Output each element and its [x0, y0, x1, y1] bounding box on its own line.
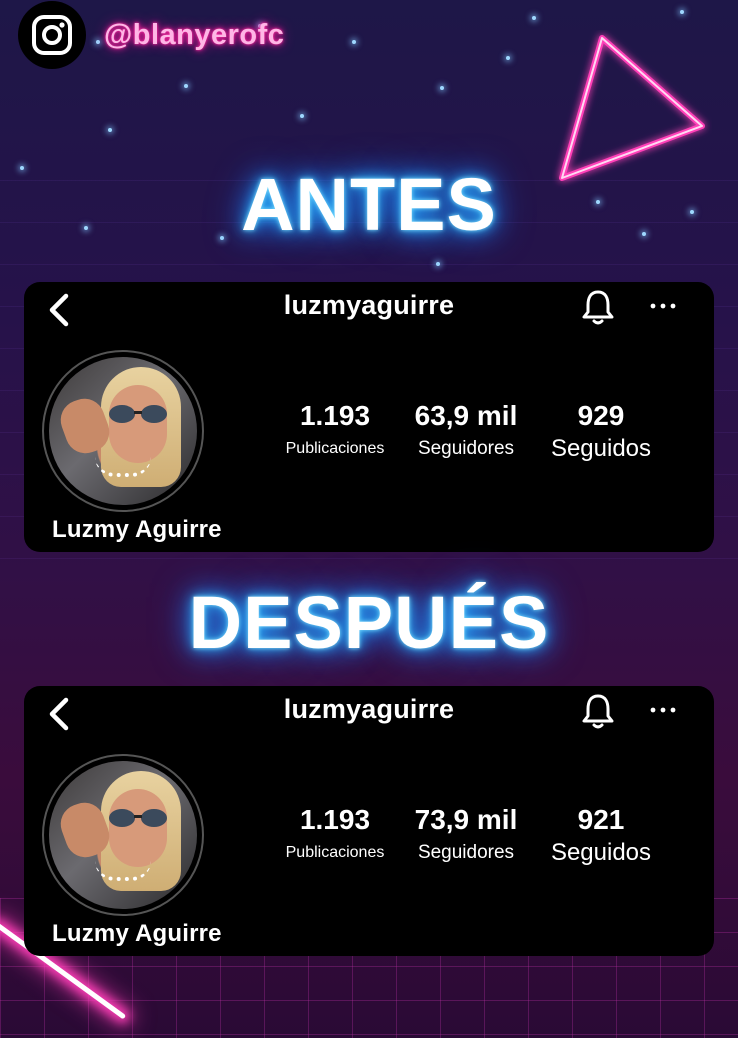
followers-count: 73,9 mil — [414, 804, 518, 835]
avatar[interactable] — [42, 350, 204, 512]
instagram-handle[interactable]: @blanyerofc — [104, 19, 284, 52]
posts-label: Publicaciones — [285, 844, 385, 861]
followers-label: Seguidores — [417, 438, 515, 459]
avatar[interactable] — [42, 754, 204, 916]
following-stat[interactable]: 921 Seguidos — [536, 804, 666, 866]
followers-stat[interactable]: 63,9 mil Seguidores — [404, 400, 528, 462]
profile-stats: 1.193 Publicaciones 73,9 mil Seguidores … — [270, 804, 670, 874]
following-label: Seguidos — [550, 839, 652, 866]
more-horizontal-icon[interactable] — [646, 690, 680, 730]
profile-display-name: Luzmy Aguirre — [52, 920, 222, 947]
following-count: 929 — [577, 400, 625, 431]
followers-label: Seguidores — [417, 842, 515, 863]
profile-stats: 1.193 Publicaciones 63,9 mil Seguidores … — [270, 400, 670, 470]
brand-header: @blanyerofc — [18, 1, 284, 69]
bell-icon[interactable] — [580, 286, 616, 326]
following-count: 921 — [577, 804, 625, 835]
more-horizontal-icon[interactable] — [646, 286, 680, 326]
profile-card-after: luzmyaguirre 1.193 Publicaciones 73,9 mi… — [24, 686, 714, 956]
instagram-icon[interactable] — [18, 1, 86, 69]
posts-label: Publicaciones — [285, 440, 385, 457]
followers-count: 63,9 mil — [414, 400, 518, 431]
followers-stat[interactable]: 73,9 mil Seguidores — [404, 804, 528, 866]
following-label: Seguidos — [550, 435, 652, 462]
posts-stat[interactable]: 1.193 Publicaciones — [270, 400, 400, 462]
profile-photo — [49, 761, 197, 909]
after-heading: DESPUÉS — [188, 581, 550, 664]
posts-count: 1.193 — [299, 400, 371, 431]
bell-icon[interactable] — [580, 690, 616, 730]
following-stat[interactable]: 929 Seguidos — [536, 400, 666, 462]
profile-card-before: luzmyaguirre 1.193 Publicaciones 63,9 mi… — [24, 282, 714, 552]
posts-stat[interactable]: 1.193 Publicaciones — [270, 804, 400, 866]
profile-display-name: Luzmy Aguirre — [52, 516, 222, 543]
posts-count: 1.193 — [299, 804, 371, 835]
profile-photo — [49, 357, 197, 505]
before-heading: ANTES — [241, 163, 497, 246]
